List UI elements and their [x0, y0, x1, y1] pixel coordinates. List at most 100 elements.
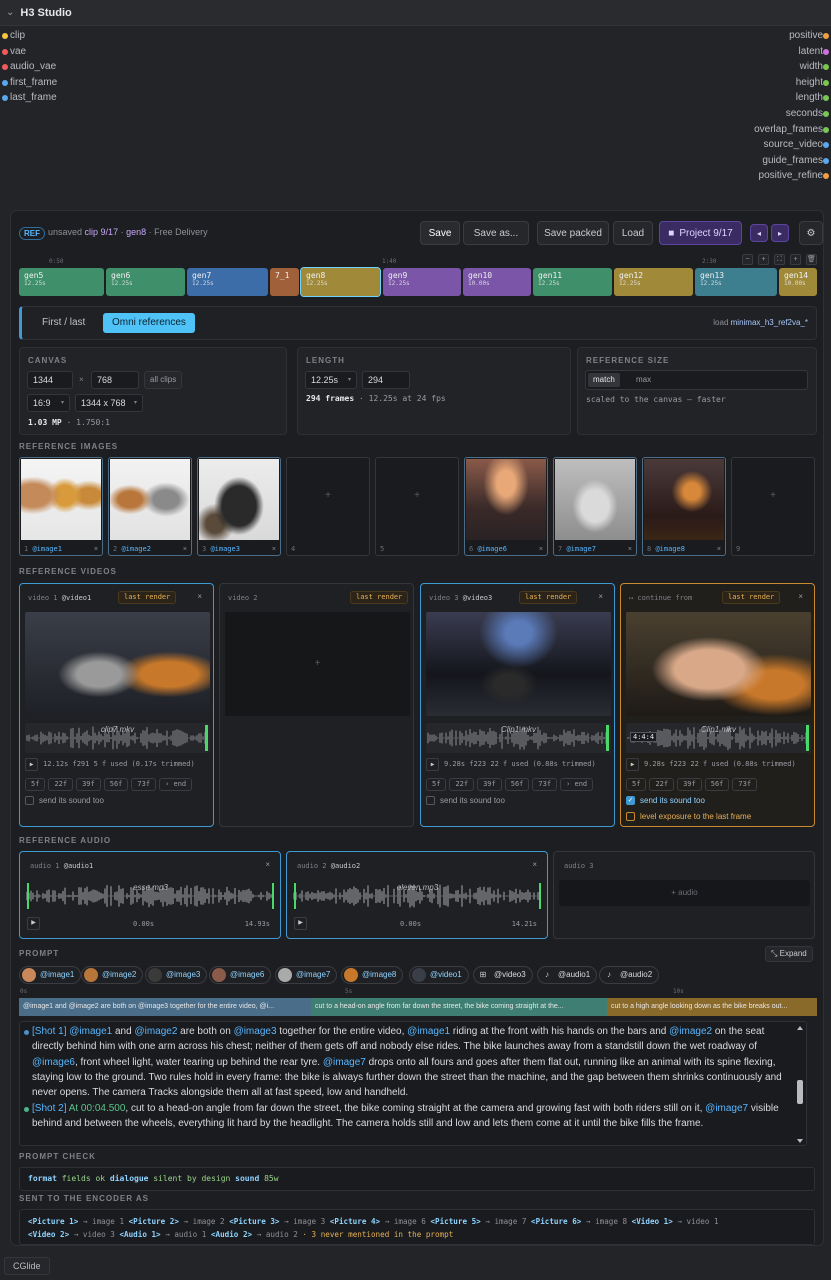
reference-image-slot[interactable]: 3 @image3 × — [197, 457, 281, 556]
checkbox-icon[interactable]: ✓ — [626, 796, 635, 805]
checkbox-icon[interactable] — [426, 796, 435, 805]
remove-image-icon[interactable]: × — [717, 546, 721, 553]
project-next-button[interactable]: ▸ — [771, 224, 789, 242]
prompt-tag-chip[interactable]: @image7 — [275, 966, 338, 984]
prompt-tag-chip[interactable]: @image8 — [341, 966, 404, 984]
output-slot-positive[interactable]: positive — [789, 28, 829, 44]
prompt-tag-chip[interactable]: @image6 — [209, 966, 272, 984]
timeline-clip[interactable]: gen9 12.25s — [383, 268, 461, 296]
timeline-clip[interactable]: 7_1 — [270, 268, 299, 296]
output-slot-source_video[interactable]: source_video — [764, 137, 829, 153]
reference-image-slot[interactable]: 6 @image6 × — [464, 457, 548, 556]
canvas-height-input[interactable]: 768 — [91, 371, 139, 389]
frame-chip[interactable]: 73f — [532, 778, 558, 791]
reference-image-slot[interactable]: +5 — [375, 457, 459, 556]
reference-image-slot[interactable]: 8 @image8 × — [642, 457, 726, 556]
trim-handle-start[interactable] — [294, 883, 296, 909]
frame-chip[interactable]: 56f — [504, 778, 530, 791]
frame-chip[interactable]: 5f — [426, 778, 447, 791]
input-slot-audio_vae[interactable]: audio_vae — [2, 59, 56, 75]
input-slot-clip[interactable]: clip — [2, 28, 25, 44]
timeline-clip[interactable]: gen13 12.25s — [695, 268, 777, 296]
frame-chip[interactable]: 73f — [131, 778, 157, 791]
save-button[interactable]: Save — [420, 221, 460, 245]
send-sound-checkbox[interactable]: send its sound too — [426, 796, 505, 805]
timeline-clip[interactable]: gen5 12.25s — [19, 268, 104, 296]
trim-handle-end[interactable] — [539, 883, 541, 909]
aspect-select[interactable]: 16:9 ▾ — [27, 394, 70, 412]
frame-chip[interactable]: 39f — [477, 778, 502, 791]
reference-image-slot[interactable]: +9 — [731, 457, 815, 556]
frame-chip[interactable]: 22f — [48, 778, 74, 791]
last-render-button[interactable]: last render — [519, 591, 578, 604]
settings-gear-icon[interactable]: ⚙ — [799, 221, 823, 245]
timeline-clip[interactable]: gen10 10.00s — [463, 268, 531, 296]
canvas-width-input[interactable]: 1344 — [27, 371, 73, 389]
last-render-button[interactable]: last render — [350, 591, 409, 604]
prompt-segment[interactable]: cut to a high angle looking down as the … — [607, 998, 817, 1016]
node-header[interactable]: ⌄ H3 Studio — [0, 0, 831, 26]
prompt-segment[interactable]: @image1 and @image2 are both on @image3 … — [19, 998, 311, 1016]
add-clip-icon[interactable]: + — [790, 254, 801, 265]
expand-button[interactable]: ⤡ Expand — [765, 946, 813, 962]
output-slot-guide_frames[interactable]: guide_frames — [762, 153, 829, 169]
reference-image-slot[interactable]: +4 — [286, 457, 370, 556]
trim-handle-end[interactable] — [272, 883, 274, 909]
tab-omni-references[interactable]: Omni references — [103, 313, 195, 333]
add-image-plus-icon[interactable]: + — [732, 490, 814, 501]
load-button[interactable]: Load — [613, 221, 653, 245]
audio-waveform[interactable]: eleven.mp3 — [292, 881, 543, 911]
video-waveform[interactable]: Clip1.mkv — [426, 723, 611, 753]
fit-icon[interactable]: ⛶ — [774, 254, 785, 265]
last-render-button[interactable]: last render — [118, 591, 177, 604]
frame-chip[interactable]: 5f — [25, 778, 46, 791]
zoom-out-icon[interactable]: − — [742, 254, 753, 265]
prompt-tag-chip[interactable]: ♪ @audio2 — [599, 966, 660, 984]
reference-audio-slot[interactable]: audio 3 + audio — [553, 851, 815, 939]
timeline-clip[interactable]: gen6 12.25s — [106, 268, 185, 296]
timeline-clip[interactable]: gen7 12.25s — [187, 268, 268, 296]
frame-chip[interactable]: 39f — [76, 778, 101, 791]
remove-image-icon[interactable]: × — [628, 546, 632, 553]
reference-image-slot[interactable]: 1 @image1 × — [19, 457, 103, 556]
send-sound-checkbox[interactable]: ✓ send its sound too — [626, 796, 705, 805]
save-as-button[interactable]: Save as... — [463, 221, 529, 245]
reference-audio-slot[interactable]: audio 2 @audio2 × eleven.mp3 ▶ 0.00s 14.21s — [286, 851, 548, 939]
output-slot-overlap_frames[interactable]: overlap_frames — [754, 122, 829, 138]
footer-tag[interactable]: CGlide — [4, 1257, 50, 1275]
add-image-plus-icon[interactable]: + — [287, 490, 369, 501]
add-audio-button[interactable]: + audio — [559, 880, 810, 906]
output-slot-positive_refine[interactable]: positive_refine — [759, 168, 829, 184]
trash-icon[interactable]: 🗑 — [806, 254, 817, 265]
play-icon[interactable]: ▶ — [294, 917, 307, 930]
remove-image-icon[interactable]: × — [272, 546, 276, 553]
reference-video-slot[interactable]: ↦ continue from last render × Clip1.mkv 4:4:… — [620, 583, 815, 827]
timeline-clip[interactable]: gen8 12.25s — [300, 267, 381, 297]
zoom-in-icon[interactable]: + — [758, 254, 769, 265]
prompt-tag-chip[interactable]: @image3 — [145, 966, 208, 984]
send-sound-checkbox[interactable]: send its sound too — [25, 796, 104, 805]
output-slot-seconds[interactable]: seconds — [786, 106, 829, 122]
prompt-tag-chip[interactable]: @video1 — [409, 966, 469, 984]
frame-chip[interactable]: 56f — [704, 778, 730, 791]
prompt-tag-chip[interactable]: @image1 — [19, 966, 82, 984]
play-icon[interactable]: ▶ — [426, 758, 439, 771]
close-icon[interactable]: × — [798, 592, 803, 601]
reference-video-slot[interactable]: video 2 last render + — [219, 583, 414, 827]
frame-chip[interactable]: › end — [159, 778, 193, 791]
project-prev-button[interactable]: ◂ — [750, 224, 768, 242]
frame-chip[interactable]: › end — [560, 778, 594, 791]
prompt-tag-chip[interactable]: ♪ @audio1 — [537, 966, 598, 984]
remove-image-icon[interactable]: × — [183, 546, 187, 553]
frame-chip[interactable]: 22f — [649, 778, 675, 791]
prompt-scrollbar[interactable] — [796, 1024, 804, 1145]
play-icon[interactable]: ▶ — [25, 758, 38, 771]
play-icon[interactable]: ▶ — [27, 917, 40, 930]
close-icon[interactable]: × — [598, 592, 603, 601]
trim-handle-start[interactable] — [27, 883, 29, 909]
audio-waveform[interactable]: esse.mp3 — [25, 881, 276, 911]
output-slot-width[interactable]: width — [800, 59, 829, 75]
ref-size-max[interactable]: max — [632, 373, 655, 387]
project-button[interactable]: ■ Project 9/17 — [659, 221, 742, 245]
input-slot-vae[interactable]: vae — [2, 44, 26, 60]
